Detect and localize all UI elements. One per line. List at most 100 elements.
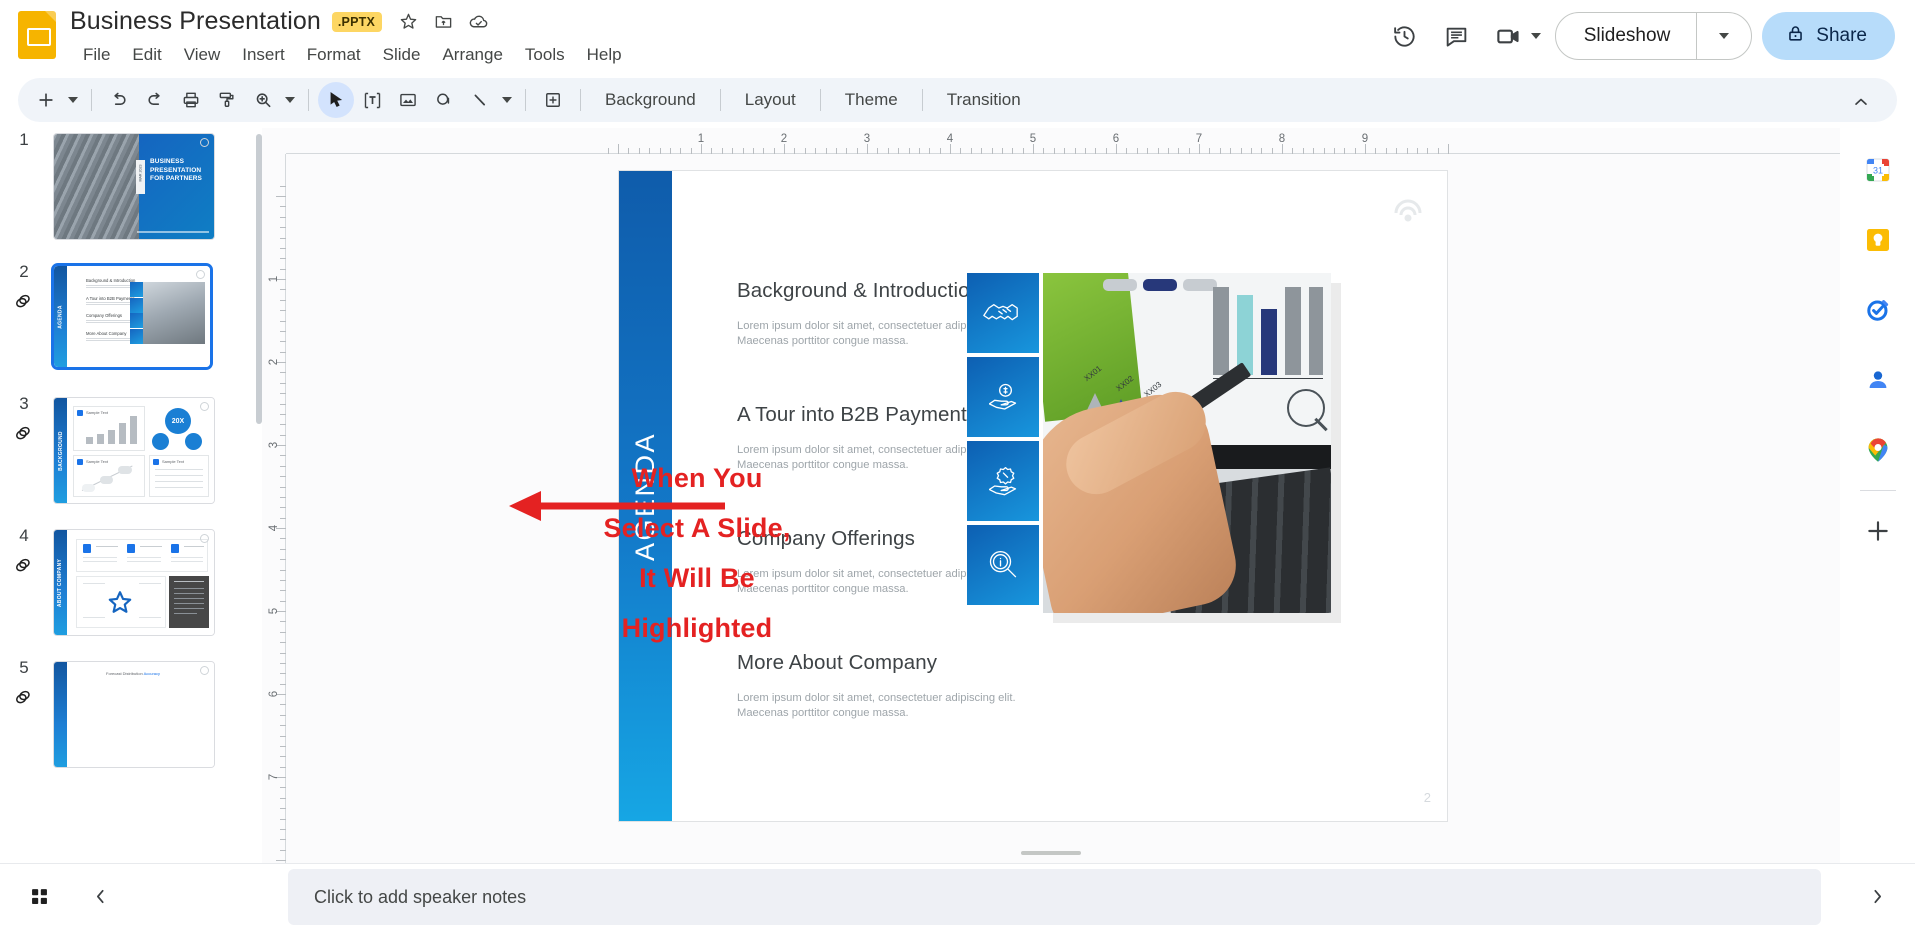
annotation-text: When You Select A Slide, It Will Be High… — [592, 453, 802, 653]
text-box-button[interactable] — [354, 82, 390, 118]
filmstrip-slide-5[interactable]: 5 Forecast Distribution Accuracy — [0, 656, 250, 773]
meet-camera-icon[interactable] — [1488, 15, 1530, 57]
menu-arrange[interactable]: Arrange — [431, 43, 513, 67]
new-slide-button[interactable] — [28, 82, 64, 118]
slide-number-column: 1 — [0, 128, 48, 245]
meet-camera-button[interactable] — [1488, 15, 1545, 57]
theme-button[interactable]: Theme — [830, 85, 913, 115]
thumbnail-wrapper[interactable]: Forecast Distribution Accuracy — [48, 656, 220, 773]
icon-tiles — [130, 282, 143, 344]
card-label: Sample Text — [86, 459, 108, 464]
document-title[interactable]: Business Presentation — [70, 7, 321, 36]
menu-edit[interactable]: Edit — [121, 43, 172, 67]
divider — [819, 89, 821, 111]
grid-view-icon[interactable] — [17, 874, 61, 918]
speaker-notes-field[interactable]: Click to add speaker notes — [288, 869, 1821, 925]
filmstrip-slide-2[interactable]: 2 AGENDA Background & Introduction A Tou… — [0, 260, 250, 373]
notes-resize-handle[interactable] — [1021, 851, 1081, 855]
layers-icon[interactable] — [12, 290, 34, 317]
background-button[interactable]: Background — [590, 85, 711, 115]
chevron-down-icon[interactable] — [1530, 33, 1541, 39]
sidebar-text: BACKGROUND — [57, 430, 64, 471]
mini-slide-4: ABOUT COMPANY — [54, 530, 214, 635]
cloud-saved-icon[interactable] — [467, 10, 491, 34]
print-button[interactable] — [173, 82, 209, 118]
slide-thumbnail-selected[interactable]: AGENDA Background & Introduction A Tour … — [51, 263, 213, 370]
new-slide-dropdown[interactable] — [64, 82, 82, 118]
menu-view[interactable]: View — [173, 43, 232, 67]
zoom-button[interactable] — [245, 82, 281, 118]
company-logo-icon — [200, 138, 209, 147]
slide-number-column: 5 — [0, 656, 48, 773]
slide-thumbnail[interactable]: Forecast Distribution Accuracy — [53, 661, 215, 768]
star-icon[interactable] — [397, 10, 421, 34]
chart-card: Sample Text — [73, 406, 145, 451]
diagram-card: Sample Text — [73, 455, 145, 497]
menu-help[interactable]: Help — [576, 43, 633, 67]
horizontal-ruler[interactable]: 123456789 — [286, 128, 1840, 154]
shape-button[interactable] — [426, 82, 462, 118]
slideshow-dropdown-button[interactable] — [1697, 13, 1751, 59]
filmstrip-slide-4[interactable]: 4 ABOUT COMPANY — [0, 524, 250, 641]
stat-value: 20X — [171, 417, 185, 425]
slide-thumbnail[interactable]: ABOUT COMPANY — [53, 529, 215, 636]
line-dropdown[interactable] — [498, 82, 516, 118]
layout-button[interactable]: Layout — [730, 85, 811, 115]
insert-image-button[interactable] — [390, 82, 426, 118]
slide-thumbnail[interactable]: BACKGROUND Sample Text 20X Sample Text S… — [53, 397, 215, 504]
google-keep-icon[interactable] — [1840, 212, 1915, 268]
google-calendar-icon[interactable]: 31 — [1840, 142, 1915, 198]
expand-panel-button[interactable] — [1855, 874, 1899, 918]
menu-tools[interactable]: Tools — [514, 43, 576, 67]
comment-icon[interactable] — [1436, 15, 1478, 57]
layers-icon[interactable] — [12, 686, 34, 713]
thumbnail-wrapper[interactable]: AGENDA Background & Introduction A Tour … — [48, 260, 216, 373]
company-logo-icon — [200, 534, 209, 543]
paint-format-button[interactable] — [209, 82, 245, 118]
menu-format[interactable]: Format — [296, 43, 372, 67]
undo-button[interactable] — [101, 82, 137, 118]
google-tasks-icon[interactable] — [1840, 282, 1915, 338]
handshake-icon — [967, 273, 1039, 353]
company-logo-icon — [1391, 193, 1425, 227]
layers-icon[interactable] — [12, 554, 34, 581]
slide-thumbnail[interactable]: BUSINESS PRESENTATION FOR PARTNERS MAR 2… — [53, 133, 215, 240]
transition-button[interactable]: Transition — [932, 85, 1036, 115]
version-history-icon[interactable] — [1384, 15, 1426, 57]
zoom-dropdown[interactable] — [281, 82, 299, 118]
vertical-ruler[interactable]: 1234567 — [262, 154, 286, 863]
sidebar-text: ABOUT COMPANY — [57, 558, 64, 607]
google-contacts-icon[interactable] — [1840, 352, 1915, 408]
divider — [91, 89, 92, 111]
annotation-line-3: It Will Be — [639, 563, 755, 593]
menu-insert[interactable]: Insert — [231, 43, 296, 67]
tile — [130, 282, 143, 297]
agenda-title: More About Company — [737, 651, 938, 674]
agenda-item-4[interactable]: More About Company Lorem ipsum dolor sit… — [737, 651, 1037, 721]
collapse-toolbar-button[interactable] — [1851, 92, 1871, 117]
share-button[interactable]: Share — [1762, 12, 1895, 60]
filmstrip-slide-1[interactable]: 1 BUSINESS PRESENTATION FOR PARTNERS MAR… — [0, 128, 250, 245]
layers-icon[interactable] — [12, 422, 34, 449]
quote-card — [169, 576, 209, 628]
add-on-plus-icon[interactable] — [1840, 503, 1915, 559]
line-button[interactable] — [462, 82, 498, 118]
filmstrip-slide-3[interactable]: 3 BACKGROUND Sample Text 20X Sample Text… — [0, 392, 250, 509]
google-maps-icon[interactable] — [1840, 422, 1915, 478]
menu-file[interactable]: File — [72, 43, 121, 67]
redo-button[interactable] — [137, 82, 173, 118]
rail-divider — [1859, 490, 1896, 491]
menu-slide[interactable]: Slide — [372, 43, 432, 67]
divider — [308, 89, 309, 111]
star-card — [76, 576, 166, 628]
slide-number: 4 — [19, 526, 29, 545]
thumbnail-wrapper[interactable]: BACKGROUND Sample Text 20X Sample Text S… — [48, 392, 220, 509]
thumbnail-wrapper[interactable]: BUSINESS PRESENTATION FOR PARTNERS MAR 2… — [48, 128, 220, 245]
thumbnail-wrapper[interactable]: ABOUT COMPANY — [48, 524, 220, 641]
add-comment-button[interactable] — [535, 82, 571, 118]
select-tool-button[interactable] — [318, 82, 354, 118]
slideshow-button[interactable]: Slideshow — [1556, 13, 1697, 59]
slide-filmstrip[interactable]: 1 BUSINESS PRESENTATION FOR PARTNERS MAR… — [0, 128, 262, 863]
move-to-folder-icon[interactable] — [432, 10, 456, 34]
collapse-filmstrip-button[interactable] — [78, 874, 122, 918]
